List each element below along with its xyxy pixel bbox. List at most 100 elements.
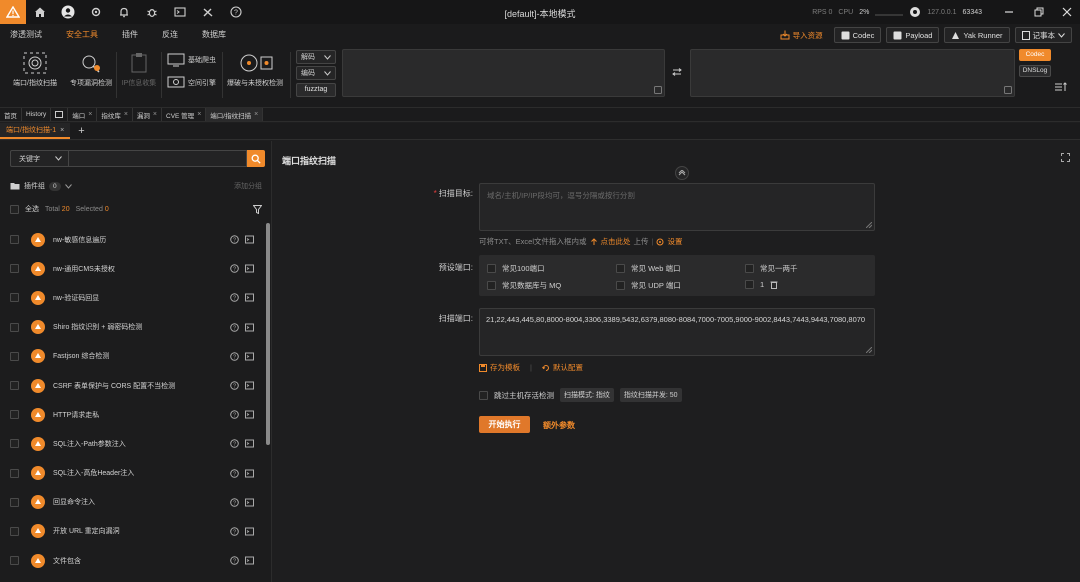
- terminal-icon[interactable]: [245, 498, 254, 507]
- plugin-item[interactable]: 开放 URL 重定向漏洞?: [10, 517, 262, 546]
- help-icon[interactable]: ?: [230, 352, 239, 361]
- close-icon[interactable]: ×: [60, 127, 64, 134]
- bug-icon[interactable]: [138, 0, 166, 24]
- codec-output-area[interactable]: [690, 49, 1015, 97]
- preset-web[interactable]: 常见 Web 端口: [616, 263, 680, 274]
- keyword-select[interactable]: 关键字: [10, 150, 68, 167]
- select-all-checkbox[interactable]: [10, 204, 19, 214]
- plugin-checkbox[interactable]: [10, 556, 19, 566]
- decode-select[interactable]: 解码: [296, 50, 336, 64]
- tab-cve[interactable]: CVE 管理 ×: [162, 108, 207, 121]
- terminal-icon[interactable]: [245, 556, 254, 565]
- codec-button[interactable]: Codec: [833, 27, 882, 43]
- tab-port[interactable]: 端口 ×: [68, 108, 98, 121]
- terminal-icon[interactable]: [245, 439, 254, 448]
- engine-icon[interactable]: [909, 6, 921, 18]
- tab-fingerprint[interactable]: 指纹库 ×: [97, 108, 133, 121]
- tab-vuln[interactable]: 漏洞 ×: [133, 108, 163, 121]
- plugin-checkbox[interactable]: [10, 264, 19, 274]
- plugin-item[interactable]: nw-敏感信息遍历?: [10, 225, 262, 254]
- help-icon[interactable]: ?: [230, 264, 239, 274]
- terminal-icon[interactable]: [245, 235, 254, 244]
- codec-input-area[interactable]: [342, 49, 665, 97]
- skip-alive-checkbox[interactable]: [479, 390, 488, 400]
- chevron-down-icon[interactable]: [64, 183, 72, 189]
- sort-icon[interactable]: [1055, 82, 1067, 92]
- tab-history[interactable]: History: [22, 108, 52, 121]
- plugin-checkbox[interactable]: [10, 235, 19, 245]
- close-icon[interactable]: ×: [197, 111, 201, 118]
- plugin-checkbox[interactable]: [10, 497, 19, 507]
- copy-icon[interactable]: [654, 86, 662, 94]
- notebook-button[interactable]: 记事本: [1014, 27, 1072, 43]
- save-template-button[interactable]: 存为模板: [479, 362, 520, 373]
- user-avatar-icon[interactable]: [54, 0, 82, 24]
- tab-port-scan[interactable]: 端口/指纹扫描 ×: [206, 108, 264, 121]
- bell-icon[interactable]: [110, 0, 138, 24]
- plugin-item[interactable]: 文件包含?: [10, 546, 262, 575]
- ip-info-tool[interactable]: IP信息收集: [119, 52, 159, 88]
- plugin-checkbox[interactable]: [10, 381, 19, 391]
- terminal-icon[interactable]: [245, 352, 254, 361]
- help-icon[interactable]: ?: [230, 235, 239, 244]
- add-tab-button[interactable]: +: [70, 123, 92, 139]
- plugin-checkbox[interactable]: [10, 526, 19, 536]
- fuzztag-button[interactable]: fuzztag: [296, 83, 336, 97]
- settings-link[interactable]: 设置: [667, 236, 682, 247]
- preset-top2000[interactable]: 常见一两千: [745, 263, 798, 274]
- close-icon[interactable]: ×: [88, 111, 92, 118]
- target-input[interactable]: 域名/主机/IP/IP段均可，逗号分隔或按行分割: [479, 183, 875, 231]
- close-icon[interactable]: ×: [124, 111, 128, 118]
- dnslog-button[interactable]: DNSLog: [1019, 65, 1051, 77]
- plugin-checkbox[interactable]: [10, 410, 19, 420]
- menu-pentest[interactable]: 渗透测试: [0, 24, 54, 46]
- click-here-link[interactable]: 点击此处: [601, 236, 631, 247]
- crawler-tool[interactable]: 基础爬虫: [167, 53, 216, 67]
- terminal-icon[interactable]: [166, 0, 194, 24]
- plugin-item[interactable]: CSRF 表单保护与 CORS 配置不当检测?: [10, 371, 262, 400]
- terminal-icon[interactable]: [245, 469, 254, 478]
- brute-force-tool[interactable]: 爆破与未授权检测: [226, 52, 284, 88]
- plugin-item[interactable]: SQL注入-高危Header注入?: [10, 459, 262, 488]
- tab-home[interactable]: 首页: [0, 108, 22, 121]
- plugin-item[interactable]: Fastjson 综合检测?: [10, 342, 262, 371]
- search-input[interactable]: [68, 150, 247, 167]
- menu-security-tools[interactable]: 安全工具: [54, 24, 110, 46]
- plugin-item[interactable]: SQL注入-Path参数注入?: [10, 429, 262, 458]
- help-icon[interactable]: ?: [230, 556, 239, 565]
- plugin-checkbox[interactable]: [10, 322, 19, 332]
- plugin-item[interactable]: HTTP请求走私?: [10, 400, 262, 429]
- add-group-link[interactable]: 添加分组: [234, 181, 262, 191]
- import-resource-link[interactable]: 导入资源: [780, 30, 823, 41]
- select-all-label[interactable]: 全选: [25, 204, 39, 214]
- ports-textarea[interactable]: 21,22,443,445,80,8000-8004,3306,3389,543…: [479, 308, 875, 356]
- terminal-icon[interactable]: [245, 323, 254, 332]
- encode-select[interactable]: 编码: [296, 66, 336, 80]
- preset-db-mq[interactable]: 常见数据库与 MQ: [487, 280, 561, 291]
- restore-button[interactable]: [1024, 0, 1054, 24]
- subtab-port-scan-1[interactable]: 端口/指纹扫描-1 ×: [0, 123, 71, 139]
- fullscreen-icon[interactable]: [1061, 153, 1070, 162]
- terminal-icon[interactable]: [245, 410, 254, 419]
- terminal-icon[interactable]: [245, 527, 254, 536]
- codec-quick-button[interactable]: Codec: [1019, 49, 1051, 61]
- trash-icon[interactable]: [770, 280, 778, 289]
- plugin-checkbox[interactable]: [10, 351, 19, 361]
- preset-custom-1[interactable]: 1: [745, 280, 778, 289]
- skip-alive-label[interactable]: 跳过主机存活检测: [494, 390, 554, 401]
- menu-database[interactable]: 数据库: [190, 24, 238, 46]
- help-icon[interactable]: ?: [222, 0, 250, 24]
- vuln-check-tool[interactable]: 专项漏洞检测: [66, 52, 116, 88]
- plugin-checkbox[interactable]: [10, 293, 19, 303]
- help-icon[interactable]: ?: [230, 439, 239, 449]
- help-icon[interactable]: ?: [230, 527, 239, 536]
- yak-runner-button[interactable]: Yak Runner: [944, 27, 1010, 43]
- help-icon[interactable]: ?: [230, 322, 239, 332]
- payload-button[interactable]: Payload: [886, 27, 940, 43]
- space-engine-tool[interactable]: 空间引擎: [167, 76, 216, 90]
- close-icon[interactable]: ×: [254, 111, 258, 118]
- plugin-item[interactable]: 回显命令注入?: [10, 488, 262, 517]
- plugin-item[interactable]: Shiro 指纹识别 + 弱密码检测?: [10, 313, 262, 342]
- copy-icon[interactable]: [1004, 86, 1012, 94]
- plugin-checkbox[interactable]: [10, 468, 19, 478]
